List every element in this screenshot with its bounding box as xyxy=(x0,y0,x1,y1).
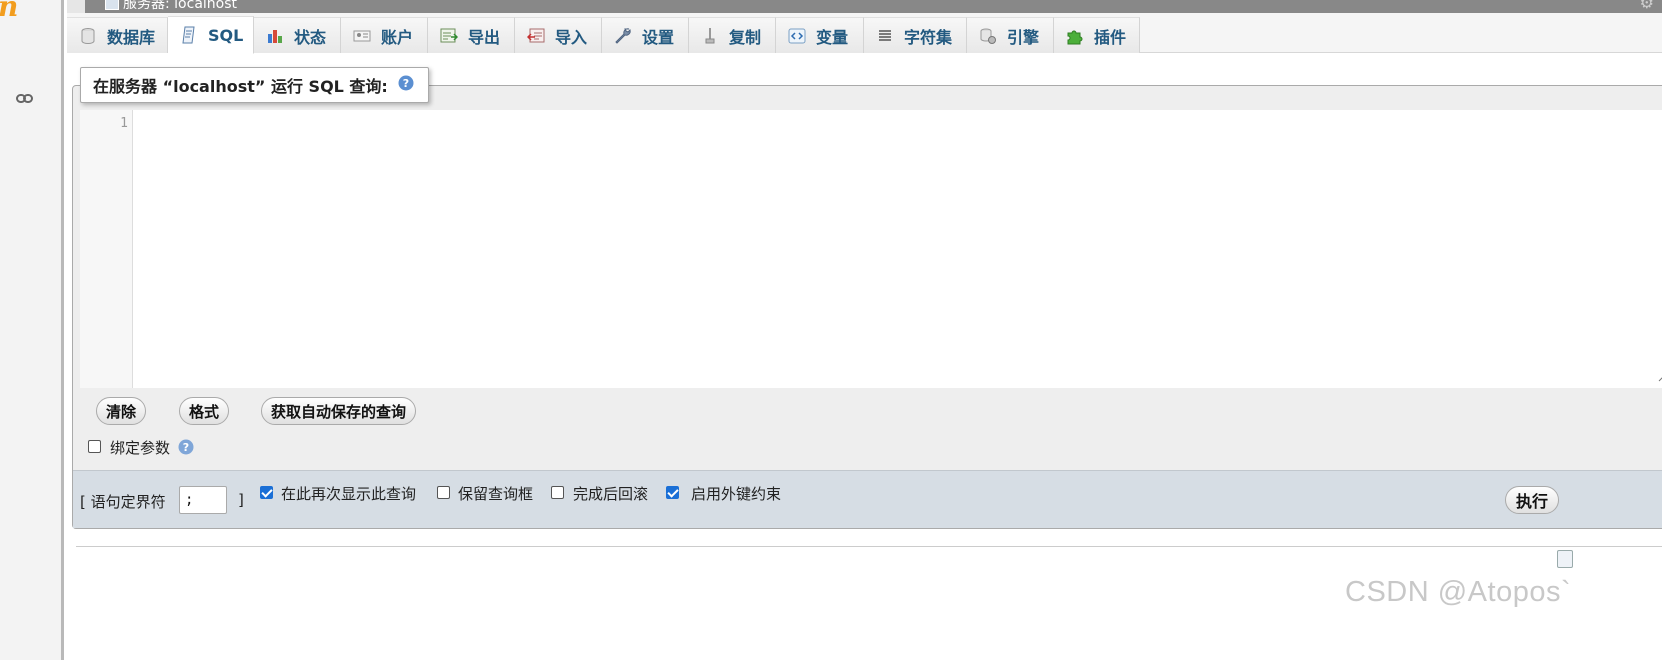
clear-button[interactable]: 清除 xyxy=(96,397,147,425)
replication-icon xyxy=(701,27,719,45)
tab-label: 设置 xyxy=(642,27,675,47)
divider xyxy=(76,546,1662,547)
title-tab-stub xyxy=(67,0,85,13)
line-number-gutter: 1 xyxy=(80,110,133,388)
plugin-puzzle-icon xyxy=(1066,27,1084,45)
tab-sql[interactable]: SQL xyxy=(168,16,254,54)
tab-label: 复制 xyxy=(729,27,762,47)
rollback-checkbox[interactable] xyxy=(551,486,564,499)
tab-plugins[interactable]: 插件 xyxy=(1054,17,1140,53)
resize-grip-icon[interactable] xyxy=(1656,367,1662,386)
help-icon[interactable]: ? xyxy=(398,75,414,95)
foreign-key-checks-label: 启用外键约束 xyxy=(691,485,782,503)
tab-charsets[interactable]: 字符集 xyxy=(864,17,967,53)
server-label[interactable]: 服务器: localhost xyxy=(105,0,237,13)
query-legend-text: 在服务器 “localhost” 运行 SQL 查询: xyxy=(93,77,388,96)
tab-label: SQL xyxy=(208,25,244,45)
user-card-icon xyxy=(353,27,371,45)
svg-text:?: ? xyxy=(403,77,409,90)
server-label-text: 服务器: localhost xyxy=(123,0,238,12)
charset-icon xyxy=(876,27,894,45)
rollback-label: 完成后回滚 xyxy=(573,485,649,503)
server-title-bar: 服务器: localhost ⚙ xyxy=(67,0,1662,13)
server-icon xyxy=(105,0,119,10)
bind-params-label: 绑定参数 xyxy=(110,439,171,457)
main-tab-bar: 数据库 SQL 状态 账户 导出 导入 设置 复制 变量 字符集 引擎 插件 xyxy=(67,13,1662,54)
console-toggle-icon[interactable] xyxy=(1557,550,1573,568)
variables-icon xyxy=(788,27,806,45)
delimiter-input[interactable] xyxy=(179,486,227,514)
query-legend: 在服务器 “localhost” 运行 SQL 查询: ? xyxy=(80,67,429,103)
tab-status[interactable]: 状态 xyxy=(254,17,341,53)
tab-label: 导出 xyxy=(468,27,501,47)
retain-query-box-checkbox[interactable] xyxy=(437,486,450,499)
tab-label: 状态 xyxy=(294,27,327,47)
tab-label: 引擎 xyxy=(1007,27,1040,47)
tab-replication[interactable]: 复制 xyxy=(689,17,776,53)
go-execute-button[interactable]: 执行 xyxy=(1505,486,1560,514)
tab-import[interactable]: 导入 xyxy=(515,17,602,53)
sql-editor[interactable]: 1 xyxy=(80,110,1662,388)
tab-label: 插件 xyxy=(1094,27,1127,47)
import-icon xyxy=(527,27,545,45)
tab-label: 导入 xyxy=(555,27,588,47)
bind-params-checkbox[interactable] xyxy=(88,440,101,453)
delimiter-close-bracket: ] xyxy=(238,491,244,509)
tab-export[interactable]: 导出 xyxy=(428,17,515,53)
line-number: 1 xyxy=(120,116,128,131)
svg-text:?: ? xyxy=(183,441,189,454)
tab-engines[interactable]: 引擎 xyxy=(967,17,1054,53)
show-query-again-label: 在此再次显示此查询 xyxy=(281,485,417,503)
logo-fragment: n xyxy=(0,0,19,23)
tab-accounts[interactable]: 账户 xyxy=(341,17,428,53)
tab-label: 数据库 xyxy=(107,27,156,47)
tab-label: 账户 xyxy=(381,27,414,47)
bind-params-help-icon[interactable]: ? xyxy=(178,439,194,459)
get-autosaved-query-button[interactable]: 获取自动保存的查询 xyxy=(261,397,417,425)
gear-icon[interactable]: ⚙ xyxy=(1640,0,1654,12)
tab-label: 字符集 xyxy=(904,27,953,47)
export-icon xyxy=(440,27,458,45)
tab-databases[interactable]: 数据库 xyxy=(67,17,168,53)
delimiter-label: [ 语句定界符 xyxy=(80,493,166,511)
tab-variables[interactable]: 变量 xyxy=(776,17,864,53)
database-icon xyxy=(79,27,97,45)
format-button[interactable]: 格式 xyxy=(179,397,230,425)
status-chart-icon xyxy=(266,27,284,45)
foreign-key-checks-checkbox[interactable] xyxy=(666,486,679,499)
wrench-icon xyxy=(614,27,632,45)
engine-icon xyxy=(979,27,997,45)
tab-settings[interactable]: 设置 xyxy=(602,17,689,53)
link-chain-icon[interactable] xyxy=(16,88,33,107)
tab-label: 变量 xyxy=(816,27,849,47)
watermark: CSDN @Atopos` xyxy=(1345,576,1572,608)
show-query-again-checkbox[interactable] xyxy=(260,486,273,499)
left-navigation-panel: n xyxy=(0,0,64,660)
retain-query-box-label: 保留查询框 xyxy=(458,485,534,503)
sql-icon xyxy=(180,26,198,44)
